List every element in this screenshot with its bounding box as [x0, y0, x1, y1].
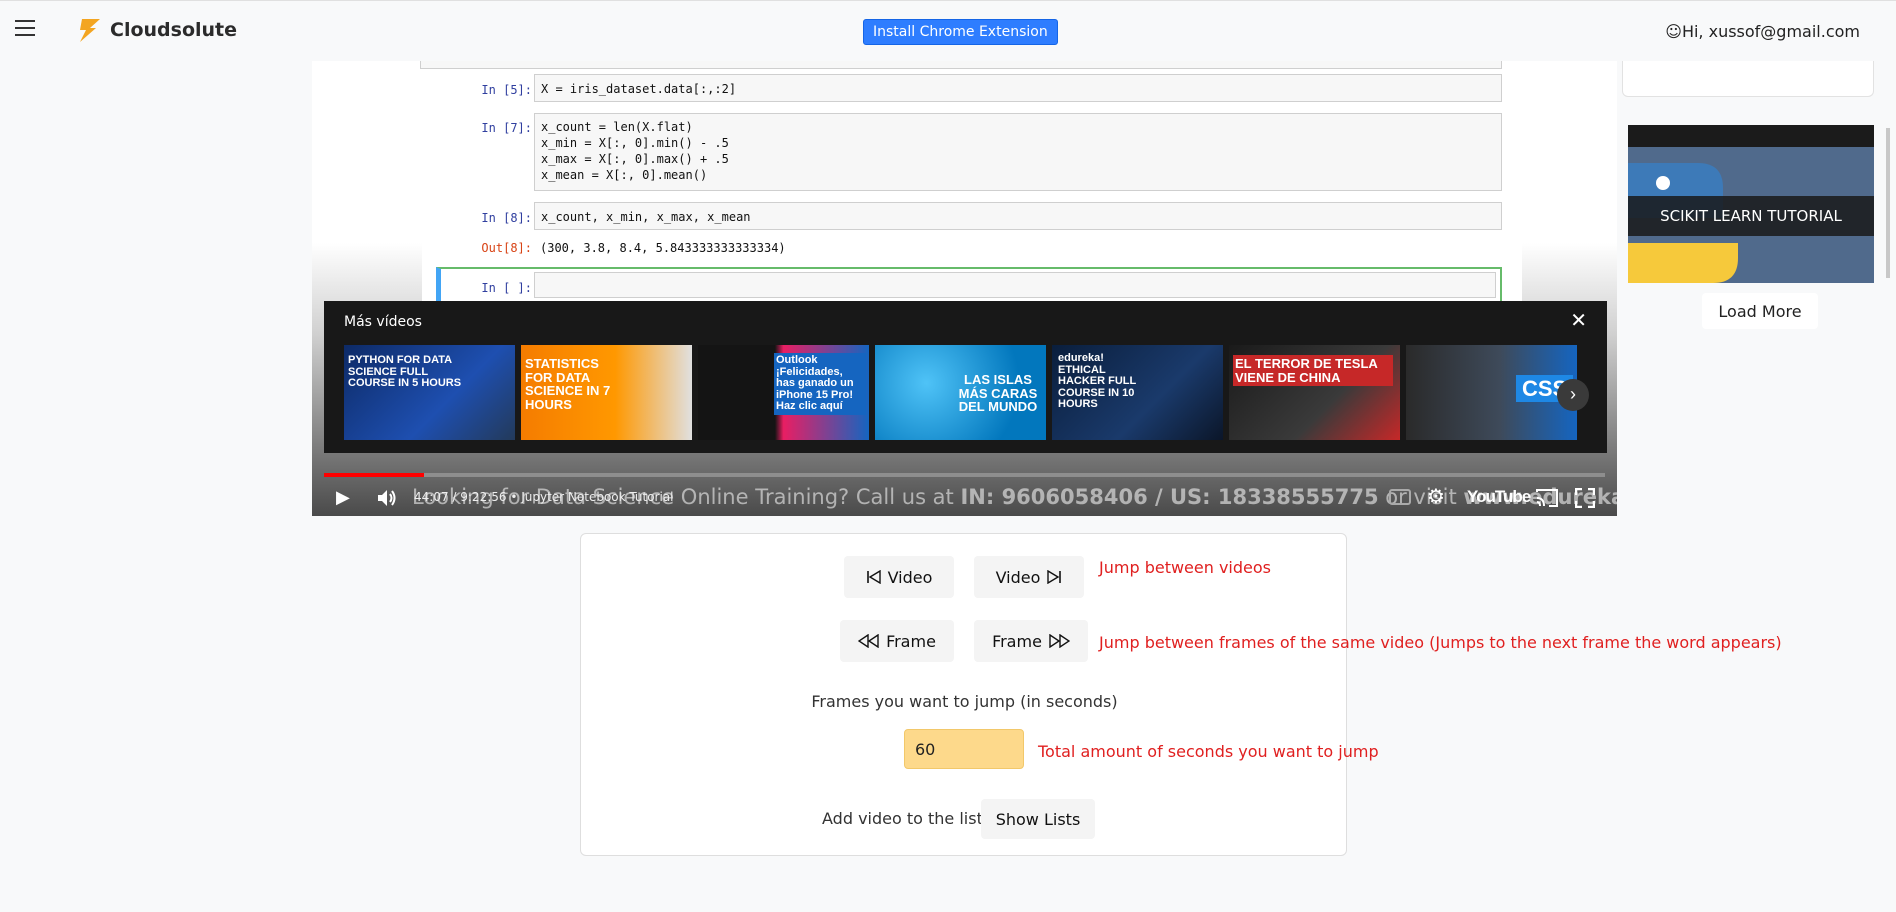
- add-to-list-label: Add video to the list:: [822, 809, 989, 828]
- youtube-logo[interactable]: YouTube: [1467, 487, 1531, 507]
- prev-video-label: Video: [887, 567, 933, 587]
- progress-bar[interactable]: [324, 473, 1605, 477]
- cell-output: (300, 3.8, 8.4, 5.843333333333334): [540, 241, 786, 255]
- cell-prompt: In [7]:: [481, 121, 532, 135]
- lightning-icon: [80, 19, 100, 42]
- thumbnail-caption: LAS ISLAS MÁS CARAS DEL MUNDO: [958, 372, 1038, 415]
- fast-forward-icon: [1049, 634, 1070, 648]
- thumbnail-band: [1628, 125, 1874, 147]
- play-icon[interactable]: ▶: [336, 487, 350, 507]
- fullscreen-icon[interactable]: [1575, 488, 1595, 508]
- out-prompt: Out[8]:: [481, 241, 532, 255]
- top-navbar: Cloudsolute Install Chrome Extension ☺Hi…: [0, 0, 1896, 61]
- seconds-hint: Total amount of seconds you want to jump: [1038, 742, 1379, 761]
- next-frame-label: Frame: [992, 631, 1042, 651]
- code-cell: x_count, x_min, x_max, x_mean: [534, 202, 1502, 230]
- video-thumbnail[interactable]: Outlook ¡Felicidades, has ganado un iPho…: [698, 345, 869, 440]
- volume-icon[interactable]: [376, 488, 398, 508]
- more-videos-panel: Más vídeos ✕ PYTHON FOR DATA SCIENCE FUL…: [324, 301, 1607, 453]
- player-controls: Looking for Data Science Online Training…: [312, 479, 1617, 516]
- jump-seconds-label: Frames you want to jump (in seconds): [811, 692, 1118, 711]
- skip-next-icon: [1047, 570, 1062, 584]
- prev-frame-label: Frame: [886, 631, 936, 651]
- show-lists-button[interactable]: Show Lists: [981, 799, 1095, 839]
- video-jump-hint: Jump between videos: [1099, 558, 1271, 577]
- brand-name: Cloudsolute: [110, 19, 238, 41]
- video-thumbnail[interactable]: EL TERROR DE TESLA VIENE DE CHINA: [1229, 345, 1400, 440]
- user-greeting[interactable]: ☺Hi, xussof@gmail.com: [1665, 22, 1860, 41]
- notebook-cell-partial: [420, 61, 1502, 69]
- skip-previous-icon: [866, 570, 881, 584]
- thumbnail-caption: Outlook ¡Felicidades, has ganado un iPho…: [774, 353, 866, 415]
- ticker-phones: IN: 9606058406 / US: 18338555775: [960, 485, 1379, 509]
- thumbnail-caption: PYTHON FOR DATA SCIENCE FULL COURSE IN 5…: [348, 354, 462, 390]
- cell-prompt: In [8]:: [481, 211, 532, 225]
- prev-video-button[interactable]: Video: [844, 556, 954, 598]
- gear-icon[interactable]: ⚙: [1427, 487, 1445, 507]
- video-thumbnail[interactable]: LAS ISLAS MÁS CARAS DEL MUNDO: [875, 345, 1046, 440]
- sidebar-video-title: SCIKIT LEARN TUTORIAL: [1628, 196, 1874, 236]
- next-video-button[interactable]: Video: [974, 556, 1084, 598]
- subtitles-icon[interactable]: [1389, 489, 1411, 505]
- next-video-label: Video: [995, 567, 1041, 587]
- next-frame-button[interactable]: Frame: [974, 620, 1088, 662]
- video-player[interactable]: In [5]: X = iris_dataset.data[:,:2] In […: [312, 61, 1617, 516]
- code-cell: X = iris_dataset.data[:,:2]: [534, 74, 1502, 102]
- load-more-button[interactable]: Load More: [1702, 293, 1818, 329]
- progress-fill: [324, 473, 424, 477]
- frame-jump-hint: Jump between frames of the same video (J…: [1099, 633, 1782, 652]
- thumbnail-caption: EL TERROR DE TESLA VIENE DE CHINA: [1233, 355, 1393, 387]
- close-icon[interactable]: ✕: [1570, 311, 1587, 331]
- navigation-panel: Video Video Jump between videos Frame Fr…: [580, 533, 1782, 856]
- brand-logo[interactable]: Cloudsolute: [76, 17, 237, 43]
- thumbnail-caption: STATISTICS FOR DATA SCIENCE IN 7 HOURS: [525, 356, 611, 412]
- sidebar-scrollbar[interactable]: [1886, 128, 1890, 278]
- chevron-right-icon[interactable]: ›: [1557, 379, 1589, 411]
- cast-icon[interactable]: [1535, 488, 1559, 508]
- rewind-icon: [858, 634, 879, 648]
- cell-prompt: In [ ]:: [481, 281, 532, 295]
- thumbnail-caption: edureka! ETHICAL HACKER FULL COURSE IN 1…: [1058, 352, 1137, 411]
- video-thumbnail[interactable]: CSS: [1406, 345, 1577, 440]
- cell-prompt: In [5]:: [481, 83, 532, 97]
- video-thumbnail[interactable]: edureka! ETHICAL HACKER FULL COURSE IN 1…: [1052, 345, 1223, 440]
- install-extension-button[interactable]: Install Chrome Extension: [863, 19, 1058, 45]
- video-thumbnail[interactable]: PYTHON FOR DATA SCIENCE FULL COURSE IN 5…: [344, 345, 515, 440]
- seconds-input[interactable]: [904, 729, 1024, 769]
- more-videos-title: Más vídeos: [344, 314, 422, 330]
- prev-frame-button[interactable]: Frame: [840, 620, 954, 662]
- menu-icon[interactable]: [15, 20, 35, 36]
- video-time: 44:07 / 9:22:56 • Jupyter Notebook Tutor…: [414, 490, 674, 504]
- sidebar-video-thumbnail[interactable]: SCIKIT LEARN TUTORIAL: [1628, 125, 1874, 283]
- code-cell: x_count = len(X.flat) x_min = X[:, 0].mi…: [534, 113, 1502, 191]
- video-thumbnail[interactable]: STATISTICS FOR DATA SCIENCE IN 7 HOURS: [521, 345, 692, 440]
- empty-code-cell: [534, 272, 1496, 298]
